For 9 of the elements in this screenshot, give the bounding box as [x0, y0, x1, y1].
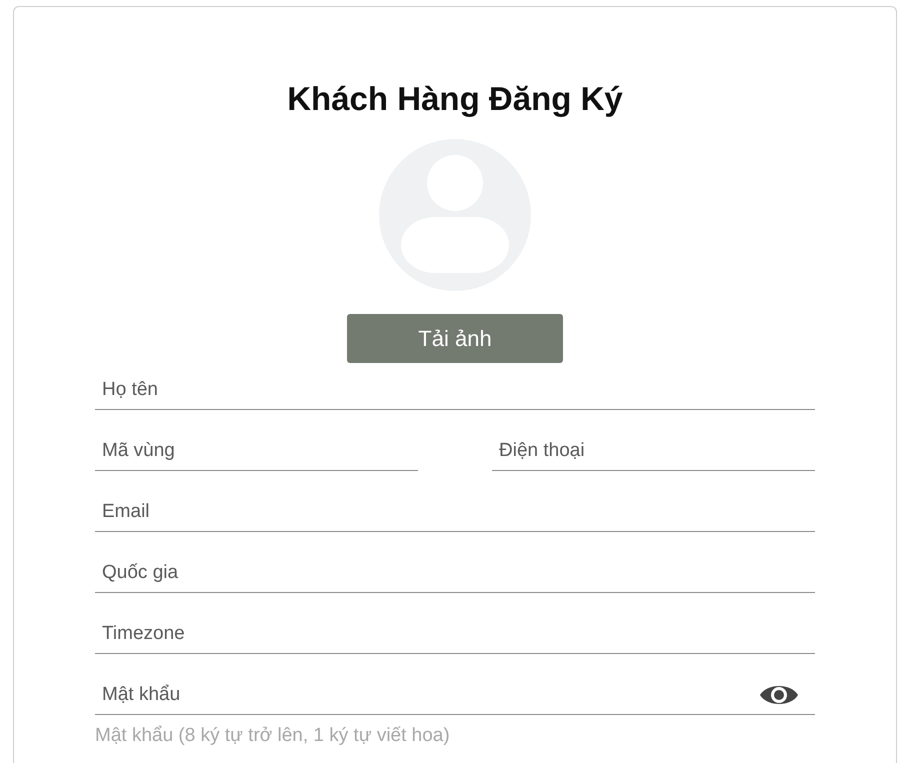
input-field[interactable]: Họ tên — [95, 370, 815, 410]
input-field[interactable]: Mã vùng — [95, 431, 418, 471]
input-field[interactable]: Điện thoại — [492, 431, 815, 471]
upload-photo-button[interactable]: Tải ảnh — [347, 314, 563, 363]
password-hint: Mật khẩu (8 ký tự trở lên, 1 ký tự viết hoa) — [95, 725, 451, 747]
form-title: Khách Hàng Đăng Ký — [287, 79, 623, 119]
input-field[interactable]: Timezone — [95, 614, 815, 654]
input-field[interactable]: Email — [95, 492, 815, 532]
input-field[interactable]: Quốc gia — [95, 553, 815, 593]
